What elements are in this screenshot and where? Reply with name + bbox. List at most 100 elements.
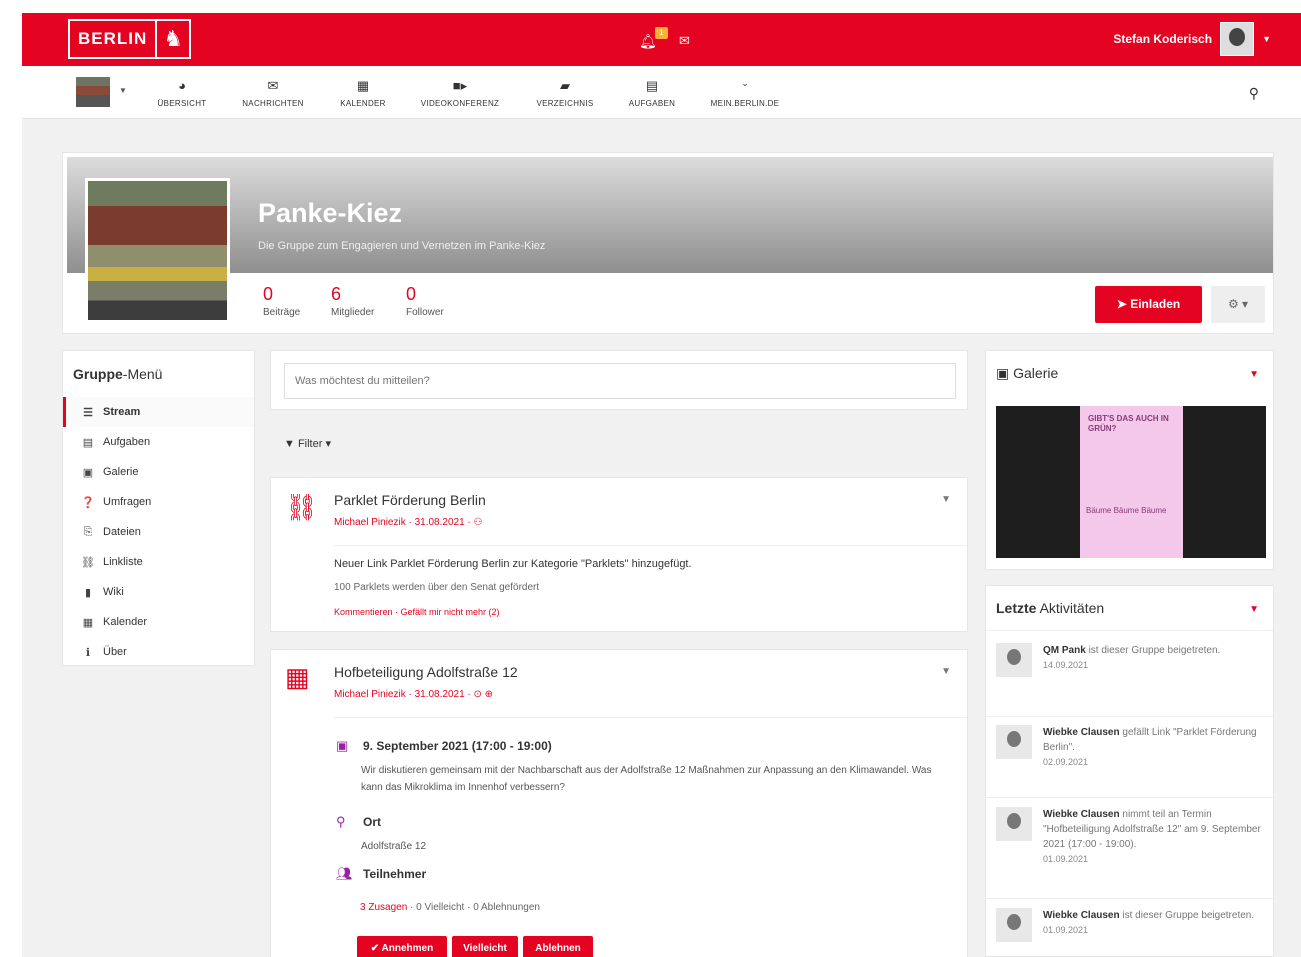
calendar-icon: ▦ [82,616,94,629]
post-meta[interactable]: Michael Piniezik · 31.08.2021 · ⚇ [334,517,482,528]
menu-item-tasks[interactable]: ▤ Aufgaben [63,427,254,457]
stat-posts[interactable]: 0 Beiträge [263,284,300,318]
stat-value: 0 [406,284,417,304]
activity-desc: ist dieser Gruppe beigetreten. [1085,645,1221,656]
nav-messages[interactable]: ✉ NACHRICHTEN [235,78,311,108]
menu-title-bold: Gruppe [73,366,123,382]
group-image[interactable] [85,178,230,323]
event-place-label: Ort [363,815,381,829]
bear-icon: ♞ [155,21,189,57]
group-name: Panke-Kiez [258,198,403,228]
image-icon: ▣ [82,466,94,479]
post-actions[interactable]: Kommentieren · Gefällt mir nicht mehr (2… [334,607,500,617]
invite-label: Einladen [1130,297,1181,311]
berlin-logo[interactable]: BERLIN ♞ [68,19,192,59]
search-icon[interactable]: ⚲ [1249,85,1259,102]
settings-button[interactable]: ⚙ ▾ [1211,286,1265,323]
info-icon: ℹ [85,646,91,659]
menu-item-files[interactable]: ⎘ Dateien [63,517,254,547]
chevron-down-icon[interactable]: ▼ [941,666,951,677]
stat-members[interactable]: 6 Mitglieder [331,284,374,318]
chevron-down-icon[interactable]: ▼ [1249,369,1259,380]
menu-label: Galerie [103,466,139,478]
activity-text: Wiebke Clausen nimmt teil an Termin "Hof… [1043,807,1265,867]
chevron-down-icon: ▼ [1262,34,1271,44]
divider [986,630,1273,631]
chevron-down-icon[interactable]: ▼ [1249,604,1259,615]
nav-directory[interactable]: ▰ VERZEICHNIS [530,78,600,108]
menu-title-rest: -Menü [122,366,163,382]
stat-label: Mitglieder [331,307,375,318]
nav-label: AUFGABEN [628,99,676,108]
post-title[interactable]: Parklet Förderung Berlin [334,492,486,508]
menu-label: Kalender [103,616,148,628]
menu-label: Stream [103,406,141,418]
list-icon: ☰ [83,406,93,419]
chevron-down-icon: ▼ [119,86,127,95]
post-meta[interactable]: Michael Piniezik · 31.08.2021 · ⊙ ⊕ [334,689,493,700]
stat-value: 6 [331,284,342,304]
stat-followers[interactable]: 0 Follower [406,284,444,318]
menu-item-calendar[interactable]: ▦ Kalender [63,607,254,637]
nav-videoconference[interactable]: ■▸ VIDEOKONFERENZ [412,78,508,108]
nav-label: KALENDER [340,99,386,108]
nav-mein-berlin[interactable]: ⌄ MEIN.BERLIN.DE [704,78,786,108]
menu-item-linklist[interactable]: ⛓ Linkliste [63,547,254,577]
envelope-icon[interactable]: ✉ [679,33,690,49]
envelope-icon: ✉ [267,78,279,93]
activities-title-rest: Aktivitäten [1036,600,1105,616]
divider [986,898,1273,899]
menu-label: Dateien [103,526,141,538]
compose-input[interactable] [284,363,956,399]
nav-label: MEIN.BERLIN.DE [710,99,780,108]
book-icon: ▰ [560,78,570,93]
menu-label: Wiki [103,586,124,598]
invite-button[interactable]: ➤ Einladen [1095,286,1202,323]
menu-item-wiki[interactable]: ▮ Wiki [63,577,254,607]
filter-button[interactable]: ▼ Filter ▾ [284,437,331,450]
calendar-check-icon: ▣ [336,738,349,753]
stream-post-event: ▦ Hofbeteiligung Adolfstraße 12 Michael … [270,649,968,957]
gallery-image[interactable]: GIBT'S DAS AUCH IN GRÜN? Bäume Bäume Bäu… [996,406,1266,558]
accept-button[interactable]: ✔ Annehmen [357,936,447,957]
link-icon: ⛓ [81,556,95,569]
users-icon: 👥︎ [336,866,353,881]
nav-tasks[interactable]: ▤ AUFGABEN [622,78,682,108]
map-marker-icon: ⚲ [336,814,346,829]
decline-button[interactable]: Ablehnen [523,936,593,957]
menu-item-stream[interactable]: ☰ Stream [63,397,254,427]
post-subtext: 100 Parklets werden über den Senat geför… [334,582,540,593]
tasks-icon: ▤ [645,78,659,93]
nav-overview[interactable]: ◕ ÜBERSICHT [152,78,212,108]
chevron-down-icon[interactable]: ▼ [941,494,951,505]
dashboard-icon: ◕ [178,78,186,93]
nav-label: ÜBERSICHT [157,99,207,108]
post-title[interactable]: Hofbeteiligung Adolfstraße 12 [334,664,518,680]
other-counts: · 0 Vielleicht · 0 Ablehnungen [407,902,540,913]
gallery-title: ▣ Galerie [996,365,1058,382]
event-description: Wir diskutieren gemeinsam mit der Nachba… [361,765,932,793]
menu-label: Umfragen [103,496,152,508]
activity-date: 01.09.2021 [1043,854,1089,864]
activity-user: QM Pank [1043,645,1086,656]
activity-user: Wiebke Clausen [1043,910,1120,921]
nav-calendar[interactable]: ▦ KALENDER [334,78,392,108]
user-menu[interactable]: Stefan Koderisch ▼ [1113,22,1271,56]
accept-count[interactable]: 3 Zusagen [360,902,407,913]
activity-user: Wiebke Clausen [1043,809,1120,820]
activity-text: Wiebke Clausen ist dieser Gruppe beigetr… [1043,908,1265,938]
gallery-panel: ▣ Galerie ▼ GIBT'S DAS AUCH IN GRÜN? Bäu… [985,350,1274,570]
maybe-button[interactable]: Vielleicht [452,936,518,957]
menu-item-gallery[interactable]: ▣ Galerie [63,457,254,487]
divider [986,797,1273,798]
activity-date: 01.09.2021 [1043,925,1089,935]
menu-label: Linkliste [103,556,143,568]
menu-item-polls[interactable]: ❓ Umfragen [63,487,254,517]
gallery-title-text: Galerie [1013,365,1059,381]
compose-box [270,350,968,410]
space-chooser[interactable] [76,77,110,107]
menu-item-about[interactable]: ℹ Über [63,637,254,667]
divider [986,716,1273,717]
group-banner [67,157,1273,273]
main-nav: ▼ ◕ ÜBERSICHT ✉ NACHRICHTEN ▦ KALENDER ■… [22,66,1301,119]
